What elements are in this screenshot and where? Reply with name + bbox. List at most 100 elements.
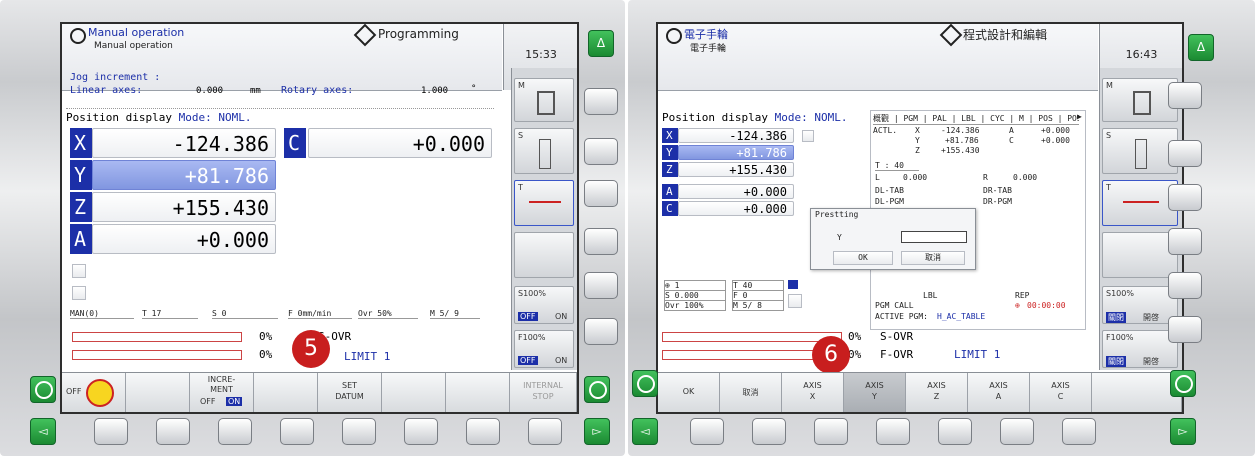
hw-key-bottom-8[interactable] [528,418,562,445]
hw-key-bottom-5[interactable] [938,418,972,445]
status-m: M 5/ 9 [430,309,480,319]
set-datum-softkey[interactable]: SET DATUM [318,373,382,412]
tool-icon[interactable] [788,294,802,308]
hw-key-right-2[interactable] [1168,140,1202,167]
header-subtitle: Manual operation [94,41,173,51]
blank-softkey-2[interactable] [126,373,190,412]
status-override: Ovr 100% [664,300,726,311]
nav-right-button[interactable]: ▻ [584,418,610,445]
hw-key-bottom-4[interactable] [280,418,314,445]
s-override-percent: 0% [848,330,862,343]
hw-key-bottom-4[interactable] [876,418,910,445]
blank-softkey[interactable] [514,232,574,278]
internal-stop-softkey[interactable]: INTERNAL STOP [510,373,577,412]
blank-softkey-5[interactable] [446,373,510,412]
screen-layout-button[interactable]: Δ [1188,34,1214,61]
nav-left-button[interactable]: ◅ [30,418,56,445]
left-screen: Manual operation Manual operation Progra… [60,22,579,414]
axis-z-softkey[interactable]: AXIS Z [906,373,968,412]
header-title: 電子手輪 [684,28,728,41]
axis-x-softkey[interactable]: AXIS X [782,373,844,412]
hw-key-bottom-7[interactable] [466,418,500,445]
dialog-cancel-button[interactable]: 取消 [901,251,965,265]
status-tabs[interactable]: 概觀 | PGM | PAL | LBL | CYC | M | POS | P… [873,113,1079,125]
hw-key-bottom-2[interactable] [752,418,786,445]
tool-change-icon [529,201,561,203]
actl-block: ACTL. X -124.386 A +0.000 Y +81.786 C +0… [873,126,1070,155]
nav-left-button[interactable]: ◅ [632,418,658,445]
softkey-switch-right-button[interactable] [1170,370,1196,397]
datum-icon[interactable] [802,130,814,142]
hw-key-right-6[interactable] [584,318,618,345]
cancel-softkey[interactable]: 取消 [720,373,782,412]
m-softkey[interactable]: M [1102,78,1178,122]
axis-row-c[interactable]: C +0.000 [284,128,492,158]
t-softkey[interactable]: T [514,180,574,226]
axis-row-z[interactable]: Z +155.430 [662,162,794,177]
axis-c-softkey[interactable]: AXIS C [1030,373,1092,412]
vertical-softkeys: M S T S100% OFF ON F100% OFF ON [511,68,577,370]
increment-softkey[interactable]: INCRE- MENT OFF ON [190,373,254,412]
axis-row-a[interactable]: A +0.000 [662,184,794,199]
axis-row-c[interactable]: C +0.000 [662,201,794,216]
feed-override-softkey[interactable]: F100% 關閉 開啓 [1102,330,1178,368]
hw-key-bottom-6[interactable] [1000,418,1034,445]
axis-y-softkey[interactable]: AXIS Y [844,373,906,412]
datum-icon[interactable] [72,264,86,278]
tool-icon[interactable] [72,286,86,300]
axis-row-x[interactable]: X -124.386 [662,128,794,143]
hw-key-right-1[interactable] [1168,82,1202,109]
hw-key-right-5[interactable] [1168,272,1202,299]
jog-title: Jog increment : [70,72,161,83]
softkey-switch-right-button[interactable] [584,376,610,403]
hw-key-right-3[interactable] [1168,184,1202,211]
hw-key-right-6[interactable] [1168,316,1202,343]
axis-row-x[interactable]: X -124.386 [70,128,276,158]
horizontal-softkeys: OFF INCRE- MENT OFF ON SET DATUM INTERNAL STO… [62,372,577,412]
blank-softkey-4[interactable] [382,373,446,412]
axis-row-a[interactable]: A +0.000 [70,224,276,254]
linear-axes-label: Linear axes: [70,85,143,96]
blank-softkey[interactable] [1102,232,1178,278]
hw-key-bottom-7[interactable] [1062,418,1096,445]
nav-right-button[interactable]: ▻ [1170,418,1196,445]
off-softkey[interactable]: OFF [62,373,126,412]
axis-row-z[interactable]: Z +155.430 [70,192,276,222]
feed-override-softkey[interactable]: F100% OFF ON [514,330,574,368]
hw-key-bottom-1[interactable] [690,418,724,445]
axis-a-softkey[interactable]: AXIS A [968,373,1030,412]
ok-softkey[interactable]: OK [658,373,720,412]
hw-key-bottom-2[interactable] [156,418,190,445]
hw-key-bottom-3[interactable] [814,418,848,445]
s-softkey[interactable]: S [514,128,574,174]
blank-softkey-3[interactable] [254,373,318,412]
dialog-ok-button[interactable]: OK [833,251,893,265]
t-softkey[interactable]: T [1102,180,1178,226]
hw-key-bottom-3[interactable] [218,418,252,445]
left-control-panel: Manual operation Manual operation Progra… [0,0,625,456]
blank-softkey-6[interactable] [1092,373,1182,412]
hw-key-right-1[interactable] [584,88,618,115]
hw-key-bottom-6[interactable] [404,418,438,445]
softkey-switch-left-button[interactable] [30,376,56,403]
hw-key-right-5[interactable] [584,272,618,299]
spindle-override-softkey[interactable]: S100% 關閉 開啓 [1102,286,1178,324]
screen-layout-button[interactable]: Δ [588,30,614,57]
hw-key-right-2[interactable] [584,138,618,165]
s-softkey[interactable]: S [1102,128,1178,174]
m-softkey[interactable]: M [514,78,574,122]
dialog-value-input[interactable] [901,231,967,243]
mode-label: 程式設計和編輯 [963,28,1048,42]
hw-key-right-4[interactable] [1168,228,1202,255]
m-function-icon [537,91,555,115]
axis-row-y[interactable]: Y +81.786 [70,160,276,190]
axis-row-y[interactable]: Y +81.786 [662,145,794,160]
spindle-override-softkey[interactable]: S100% OFF ON [514,286,574,324]
hw-key-right-4[interactable] [584,228,618,255]
hw-key-bottom-1[interactable] [94,418,128,445]
hw-key-bottom-5[interactable] [342,418,376,445]
softkey-switch-left-button[interactable] [632,370,658,397]
hw-key-right-3[interactable] [584,180,618,207]
tabs-scroll-icon[interactable]: ▶ [1077,112,1082,121]
right-control-panel: 電子手輪 電子手輪 程式設計和編輯 16:43 Position display… [628,0,1255,456]
